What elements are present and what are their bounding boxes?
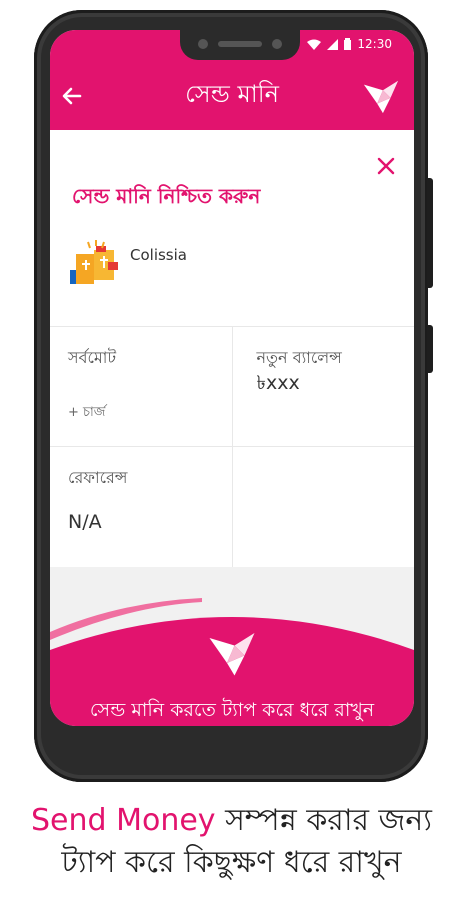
tap-and-hold-label: সেন্ড মানি করতে ট্যাপ করে ধরে রাখুন xyxy=(89,699,375,721)
notch xyxy=(180,30,300,60)
confirm-title: সেন্ড মানি নিশ্চিত করুন xyxy=(72,184,261,208)
promo-caption: Send Money সম্পন্ন করার জন্য ট্যাপ করে ক… xyxy=(0,800,463,884)
reference-label: রেফারেন্স xyxy=(68,468,128,487)
details-grid: সর্বমোট + চার্জ নতুন ব্যালেন্স ৳xxx রেফা… xyxy=(50,326,414,567)
total-label: সর্বমোট xyxy=(68,348,117,367)
bkash-bird-logo-icon xyxy=(363,80,399,114)
wifi-icon xyxy=(307,39,322,50)
caption-line-1-rest: সম্পন্ন করার জন্য xyxy=(215,803,432,838)
page-title: সেন্ড মানি xyxy=(185,80,279,108)
new-balance-value: ৳xxx xyxy=(256,372,300,394)
sensor-icon xyxy=(272,39,282,49)
bkash-bird-icon xyxy=(209,633,255,676)
signal-icon xyxy=(327,38,339,50)
total-cell: সর্বমোট + চার্জ xyxy=(50,327,232,446)
status-bar: 12:30 xyxy=(50,30,414,62)
recipient-name: Colissia xyxy=(130,246,187,264)
new-balance-label: নতুন ব্যালেন্স xyxy=(256,348,342,367)
recipient: Colissia xyxy=(68,240,187,288)
confirm-card: সেন্ড মানি নিশ্চিত করুন Colissia সর্বমোট… xyxy=(50,130,414,567)
caption-highlight: Send Money xyxy=(30,803,216,838)
back-arrow-icon[interactable] xyxy=(60,84,84,108)
phone-screen: 12:30 সেন্ড মানি সেন্ড মানি নিশ্চিত করুন xyxy=(50,30,414,726)
status-time: 12:30 xyxy=(357,37,392,51)
battery-icon xyxy=(344,38,352,50)
reference-value: N/A xyxy=(68,511,102,533)
caption-line-2: ট্যাপ করে কিছুক্ষণ ধরে রাখুন xyxy=(61,845,402,880)
caption-line-1: Send Money সম্পন্ন করার জন্য xyxy=(0,800,463,842)
charge-label: + চার্জ xyxy=(68,405,106,420)
power-button xyxy=(427,325,433,373)
phone-frame: 12:30 সেন্ড মানি সেন্ড মানি নিশ্চিত করুন xyxy=(34,10,433,782)
speaker-icon xyxy=(218,41,262,47)
new-balance-cell: নতুন ব্যালেন্স ৳xxx xyxy=(231,327,415,446)
camera-icon xyxy=(198,39,208,49)
close-icon[interactable] xyxy=(376,156,396,176)
tap-and-hold-button[interactable]: সেন্ড মানি করতে ট্যাপ করে ধরে রাখুন xyxy=(50,590,414,726)
reference-cell: রেফারেন্স N/A xyxy=(50,447,232,567)
volume-button xyxy=(427,178,433,288)
app-bar: সেন্ড মানি xyxy=(50,62,414,130)
merchant-logo-icon xyxy=(70,240,118,284)
empty-cell xyxy=(231,447,415,567)
